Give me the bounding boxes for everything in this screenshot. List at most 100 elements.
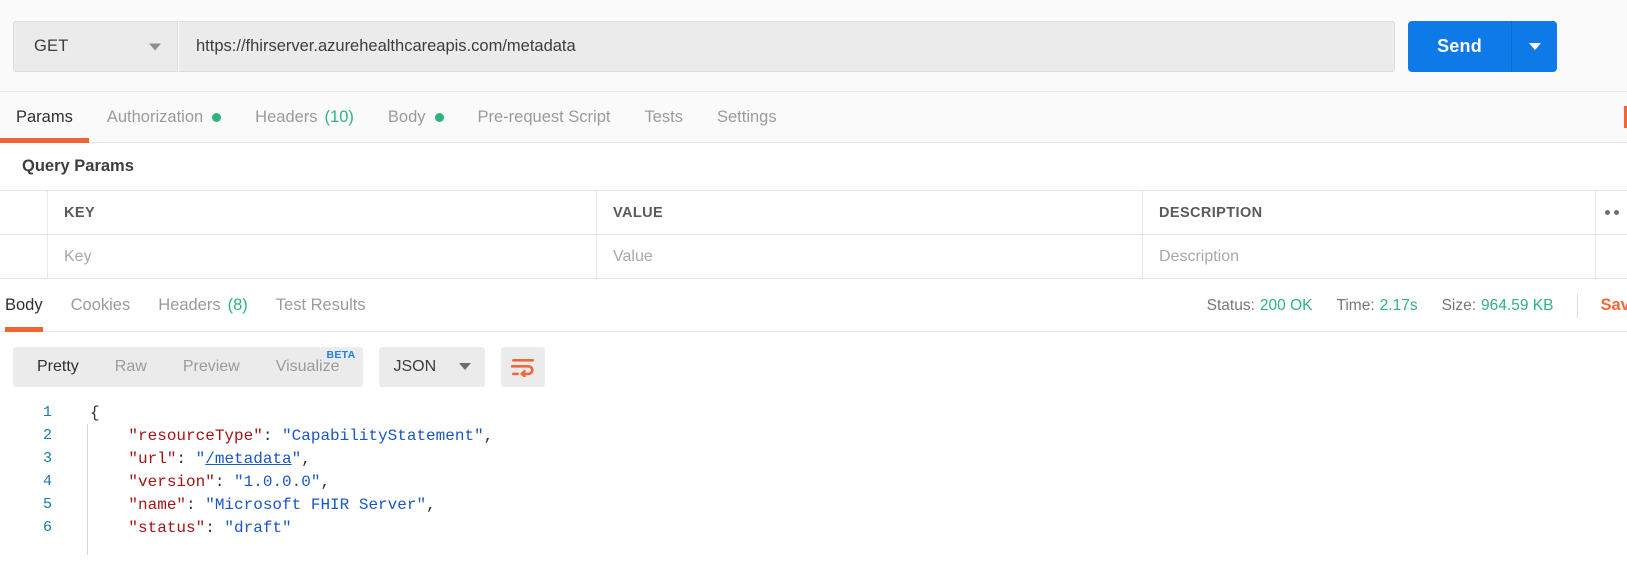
query-params-title: Query Params [22,157,134,175]
response-tab-label: Body [5,295,43,314]
code-token: "name" [90,495,187,514]
code-token: "status" [90,518,206,537]
param-description-placeholder: Description [1159,247,1240,265]
code-token: , [301,449,311,468]
select-all-checkbox-cell[interactable] [0,191,48,234]
tab-label: Tests [644,107,683,126]
line-number: 5 [42,496,52,513]
code-link[interactable]: /metadata [205,450,291,468]
response-tab-test-results[interactable]: Test Results [276,279,366,332]
code-lines: 1{2 "resourceType": "CapabilityStatement… [0,401,1627,539]
response-tabs-bar: Body Cookies Headers (8) Test Results Status… [0,279,1627,332]
code-token: "url" [90,449,177,468]
response-tab-body[interactable]: Body [5,279,43,332]
response-tab-label: Cookies [70,295,131,314]
response-meta: Status: 200 OK Time: 2.17s Size: 964.59 KB … [1207,279,1627,332]
response-language-select[interactable]: JSON [379,346,486,387]
tab-tests[interactable]: Tests [644,92,683,143]
tab-body[interactable]: Body [388,92,444,143]
chevron-down-icon [459,363,472,370]
format-tab-visualize[interactable]: Visualize BETA [258,349,358,376]
code-token: , [483,426,494,445]
format-tab-label: Pretty [37,357,79,375]
code-line-text: "version": "1.0.0.0", [62,473,330,491]
response-status-label: Status: [1206,296,1255,314]
code-token: : [176,449,196,468]
request-tabs: Params Authorization Headers (10) Body Pre-re… [0,92,1627,143]
tab-headers[interactable]: Headers (10) [255,92,354,143]
response-tab-count: (8) [227,295,248,314]
ellipsis-icon [1605,210,1619,215]
code-line: 5 "name": "Microsoft FHIR Server", [0,493,1627,516]
response-tab-cookies[interactable]: Cookies [71,279,131,332]
column-header-description: DESCRIPTION [1143,191,1596,234]
send-button[interactable]: Send [1408,21,1511,72]
row-actions-cell[interactable] [1596,235,1627,278]
code-line: 4 "version": "1.0.0.0", [0,470,1627,493]
save-response-button[interactable]: Save [1600,296,1627,315]
tab-authorization[interactable]: Authorization [106,92,222,143]
response-tabs: Body Cookies Headers (8) Test Results [5,279,394,332]
response-body-code[interactable]: 1{2 "resourceType": "CapabilityStatement… [0,401,1627,555]
response-size-label: Size: [1441,296,1477,314]
request-url-text: https://fhirserver.azurehealthcareapis.c… [196,37,576,55]
param-description-input[interactable]: Description [1143,235,1596,278]
code-token: "CapabilityStatement" [282,426,484,445]
response-tab-headers[interactable]: Headers (8) [158,279,248,332]
tab-label: Headers [255,107,318,126]
code-token: , [320,472,331,491]
param-value-placeholder: Value [613,247,653,265]
param-key-input[interactable]: Key [48,235,597,278]
response-status-value: 200 OK [1259,296,1313,314]
tab-label: Authorization [106,107,204,126]
response-format-toolbar: Pretty Raw Preview Visualize BETA JSON [0,332,1627,401]
code-token: "Microsoft FHIR Server" [205,495,427,514]
code-token: { [90,403,100,422]
wrap-text-icon [511,358,535,377]
send-button-group: Send [1408,21,1557,72]
response-tab-label: Headers [158,295,221,314]
code-token: : [186,495,206,514]
table-header-row: KEY VALUE DESCRIPTION [0,191,1627,235]
chevron-down-icon [149,43,161,50]
column-header-key-label: KEY [64,204,96,221]
http-method-select[interactable]: GET [13,21,178,72]
query-params-table: KEY VALUE DESCRIPTION Key Value Descript… [0,190,1627,279]
code-line-text: { [62,404,100,422]
line-number: 2 [42,427,52,444]
code-token: " [291,449,302,468]
meta-divider [1577,293,1579,318]
status-dot-icon [212,112,222,122]
response-format-tabs: Pretty Raw Preview Visualize BETA [13,346,364,387]
tab-params[interactable]: Params [0,92,89,143]
send-options-button[interactable] [1512,21,1557,72]
request-url-input[interactable]: https://fhirserver.azurehealthcareapis.c… [179,21,1395,72]
format-tab-label: Raw [114,357,147,375]
column-header-description-label: DESCRIPTION [1159,204,1263,221]
tab-label: Params [16,107,73,126]
response-size-value: 964.59 KB [1481,296,1554,314]
param-value-input[interactable]: Value [597,235,1143,278]
line-number: 4 [42,473,52,490]
code-line-text: "url": "/metadata", [62,449,311,468]
wrap-lines-button[interactable] [501,346,546,387]
response-time-label: Time: [1336,296,1375,314]
response-time: Time: 2.17s [1336,297,1417,315]
format-tab-preview[interactable]: Preview [165,358,258,376]
bulk-edit-button[interactable] [1596,191,1627,234]
format-tab-pretty[interactable]: Pretty [19,358,97,376]
status-dot-icon [434,112,444,122]
beta-badge: BETA [326,348,356,361]
row-checkbox-cell[interactable] [0,235,48,278]
http-method-label: GET [34,37,69,55]
tab-settings[interactable]: Settings [717,92,777,143]
tab-label: Body [387,107,426,126]
indent-guide [87,424,88,555]
column-header-value-label: VALUE [613,204,664,221]
tab-count: (10) [324,107,354,126]
format-tab-raw[interactable]: Raw [97,358,165,376]
send-button-label: Send [1437,36,1482,56]
code-token: : [214,472,235,491]
tab-pre-request-script[interactable]: Pre-request Script [478,92,611,143]
code-line: 1{ [0,401,1627,424]
